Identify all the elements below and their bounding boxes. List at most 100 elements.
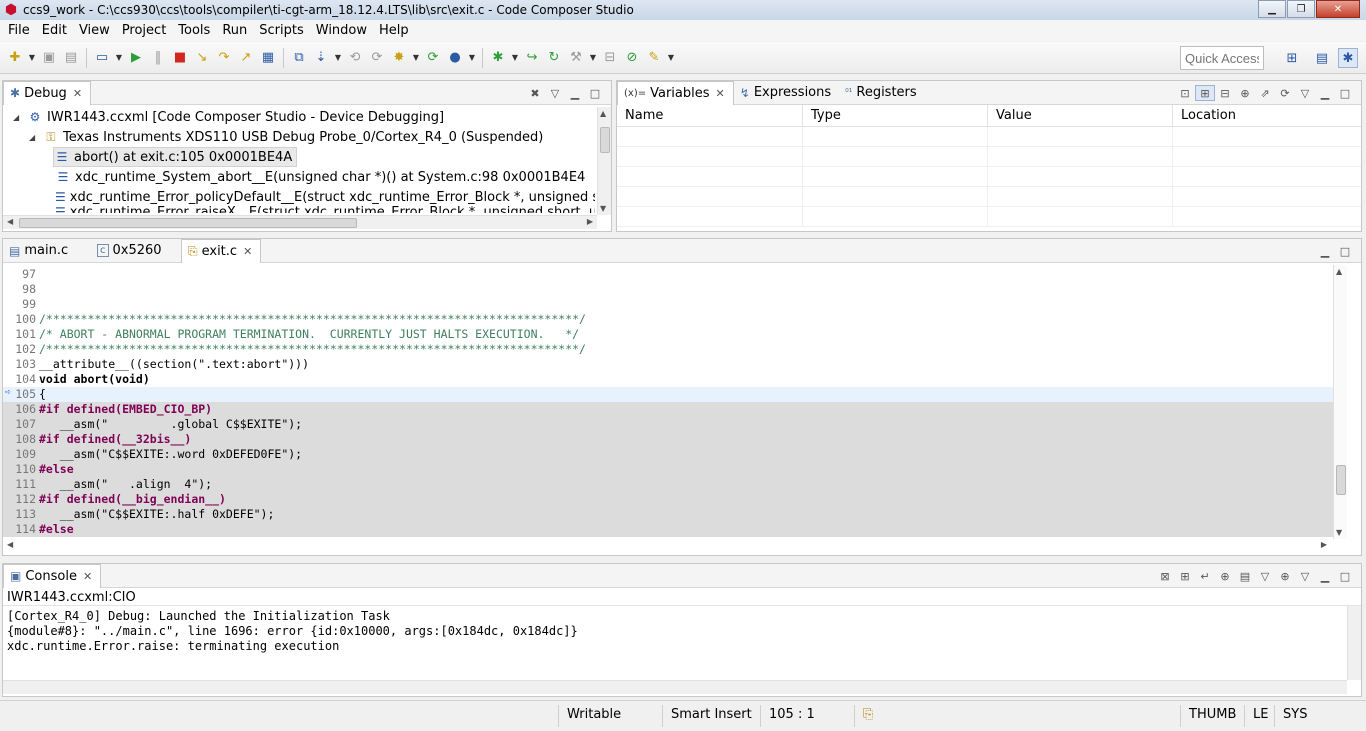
maximize-view-icon[interactable]: □ xyxy=(1335,243,1355,259)
scroll-right-icon[interactable]: ▶ xyxy=(587,217,593,226)
menu-tools[interactable]: Tools xyxy=(172,23,216,38)
reset-icon[interactable]: ⟲ xyxy=(345,48,365,68)
edit-perspective-icon[interactable]: ▤ xyxy=(1312,48,1332,68)
quick-access-input[interactable] xyxy=(1180,46,1264,70)
scroll-left-icon[interactable]: ◀ xyxy=(7,540,13,549)
memory-browser-icon[interactable]: ▦ xyxy=(258,48,278,68)
continuous-refresh-icon[interactable]: ⟳ xyxy=(1275,85,1295,101)
connect-target-icon[interactable]: ✸ xyxy=(389,48,409,68)
connect-dropdown-icon[interactable]: ▼ xyxy=(411,48,421,68)
tab-registers[interactable]: ⁰¹ Registers xyxy=(839,81,925,105)
debug-vertical-scrollbar[interactable]: ▲ ▼ xyxy=(597,107,611,215)
column-type[interactable]: Type xyxy=(803,105,988,127)
view-menu-icon[interactable]: ▽ xyxy=(1295,85,1315,101)
open-perspective-icon[interactable]: ⊞ xyxy=(1282,48,1302,68)
status-insert-mode[interactable]: Smart Insert xyxy=(662,705,760,727)
menu-help[interactable]: Help xyxy=(373,23,415,38)
minimize-view-icon[interactable]: ▁ xyxy=(1315,85,1335,101)
scroll-thumb[interactable] xyxy=(19,218,357,228)
console-output[interactable]: [Cortex_R4_0] Debug: Launched the Initia… xyxy=(3,606,1361,680)
show-logical-structure-icon[interactable]: ⊞ xyxy=(1195,85,1215,101)
new-watch-icon[interactable]: ⊕ xyxy=(1235,85,1255,101)
debug-horizontal-scrollbar[interactable]: ◀ ▶ xyxy=(3,215,597,229)
new-icon[interactable]: ✚ xyxy=(5,48,25,68)
step-over-icon[interactable]: ↷ xyxy=(214,48,234,68)
display-console-icon[interactable]: ▤ xyxy=(1235,568,1255,584)
console-vertical-scrollbar[interactable] xyxy=(1347,606,1361,680)
tab-console[interactable]: ▣ Console ✕ xyxy=(3,563,102,588)
expand-icon[interactable]: ◢ xyxy=(29,133,39,142)
tab-expressions[interactable]: ↯ Expressions xyxy=(734,81,839,105)
restart-icon[interactable]: ⟳ xyxy=(367,48,387,68)
refresh-icon[interactable]: ⟳ xyxy=(423,48,443,68)
menu-project[interactable]: Project xyxy=(116,23,172,38)
suspend-icon[interactable]: ‖ xyxy=(148,48,168,68)
clear-console-icon[interactable]: ⊠ xyxy=(1155,568,1175,584)
load-program-icon[interactable]: ⇣ xyxy=(311,48,331,68)
status-cursor-position[interactable]: 105 : 1 xyxy=(760,705,852,727)
save-icon[interactable]: ▣ xyxy=(39,48,59,68)
export-icon[interactable]: ⇗ xyxy=(1255,85,1275,101)
close-icon[interactable]: ✕ xyxy=(83,570,92,583)
editor-horizontal-scrollbar[interactable]: ◀ ▶ xyxy=(3,539,1333,553)
debug-bug-dropdown-icon[interactable]: ▼ xyxy=(510,48,520,68)
open-console-icon[interactable]: ⊟ xyxy=(600,48,620,68)
maximize-view-icon[interactable]: □ xyxy=(585,85,605,101)
editor-vertical-scrollbar[interactable]: ▲ ▼ xyxy=(1333,265,1347,539)
build-dropdown-icon[interactable]: ▼ xyxy=(588,48,598,68)
show-type-names-icon[interactable]: ⊡ xyxy=(1175,85,1195,101)
tree-item-frame-system-abort[interactable]: ☰ xdc_runtime_System_abort__E(unsigned c… xyxy=(55,167,595,187)
code-editor[interactable]: 97 98 99 100/***************************… xyxy=(3,263,1361,539)
tab-exit-c[interactable]: ⎘ exit.c ✕ xyxy=(181,238,262,263)
menu-window[interactable]: Window xyxy=(310,23,373,38)
debug-view-icon[interactable]: ▭ xyxy=(92,48,112,68)
menu-view[interactable]: View xyxy=(73,23,116,38)
debug-bug-icon[interactable]: ✱ xyxy=(488,48,508,68)
close-icon[interactable]: ✕ xyxy=(716,87,725,100)
scroll-down-icon[interactable]: ▼ xyxy=(600,204,606,213)
save-all-icon[interactable]: ▤ xyxy=(61,48,81,68)
run-tool-icon[interactable]: ● xyxy=(445,48,465,68)
debug-perspective-icon[interactable]: ✱ xyxy=(1338,48,1358,68)
menu-file[interactable]: File xyxy=(2,23,36,38)
column-value[interactable]: Value xyxy=(988,105,1173,127)
tab-0x5260[interactable]: c 0x5260 xyxy=(91,239,181,263)
column-location[interactable]: Location xyxy=(1173,105,1358,127)
status-context-icon[interactable]: ⎘ xyxy=(854,705,892,727)
close-icon[interactable]: ✕ xyxy=(73,87,82,100)
step-into-icon[interactable]: ↘ xyxy=(192,48,212,68)
step-return-icon[interactable]: ↗ xyxy=(236,48,256,68)
remove-terminated-icon[interactable]: ✖ xyxy=(525,85,545,101)
profile-icon[interactable]: ↻ xyxy=(544,48,564,68)
marker-dropdown-icon[interactable]: ▼ xyxy=(666,48,676,68)
menu-scripts[interactable]: Scripts xyxy=(253,23,309,38)
maximize-button[interactable]: ❐ xyxy=(1287,0,1315,18)
terminate-icon[interactable]: ■ xyxy=(170,48,190,68)
scroll-thumb[interactable] xyxy=(1336,465,1346,495)
tab-main-c[interactable]: ▤ main.c xyxy=(3,239,91,263)
scroll-left-icon[interactable]: ◀ xyxy=(7,217,13,226)
minimize-view-icon[interactable]: ▁ xyxy=(1315,568,1335,584)
collapse-all-icon[interactable]: ⊟ xyxy=(1215,85,1235,101)
build-icon[interactable]: ⚒ xyxy=(566,48,586,68)
scroll-thumb[interactable] xyxy=(600,127,610,153)
run-tool-dropdown-icon[interactable]: ▼ xyxy=(467,48,477,68)
minimize-button[interactable]: ▁ xyxy=(1258,0,1286,18)
open-dropdown-icon[interactable]: ▽ xyxy=(1295,568,1315,584)
maximize-view-icon[interactable]: □ xyxy=(1335,85,1355,101)
tree-item-probe[interactable]: ◢ ⚿ Texas Instruments XDS110 USB Debug P… xyxy=(29,127,543,147)
scroll-lock-icon[interactable]: ⊞ xyxy=(1175,568,1195,584)
open-console-icon[interactable]: ⊕ xyxy=(1275,568,1295,584)
new-dropdown-icon[interactable]: ▼ xyxy=(27,48,37,68)
resume-icon[interactable]: ▶ xyxy=(126,48,146,68)
menu-run[interactable]: Run xyxy=(216,23,253,38)
search-icon[interactable]: ⊘ xyxy=(622,48,642,68)
load-dropdown-icon[interactable]: ▼ xyxy=(333,48,343,68)
word-wrap-icon[interactable]: ↵ xyxy=(1195,568,1215,584)
column-name[interactable]: Name xyxy=(617,105,803,127)
scroll-down-icon[interactable]: ▼ xyxy=(1336,528,1342,537)
display-dropdown-icon[interactable]: ▽ xyxy=(1255,568,1275,584)
scroll-up-icon[interactable]: ▲ xyxy=(600,109,606,118)
maximize-view-icon[interactable]: □ xyxy=(1335,568,1355,584)
tree-item-ccxml[interactable]: ◢ ⚙ IWR1443.ccxml [Code Composer Studio … xyxy=(13,107,444,127)
